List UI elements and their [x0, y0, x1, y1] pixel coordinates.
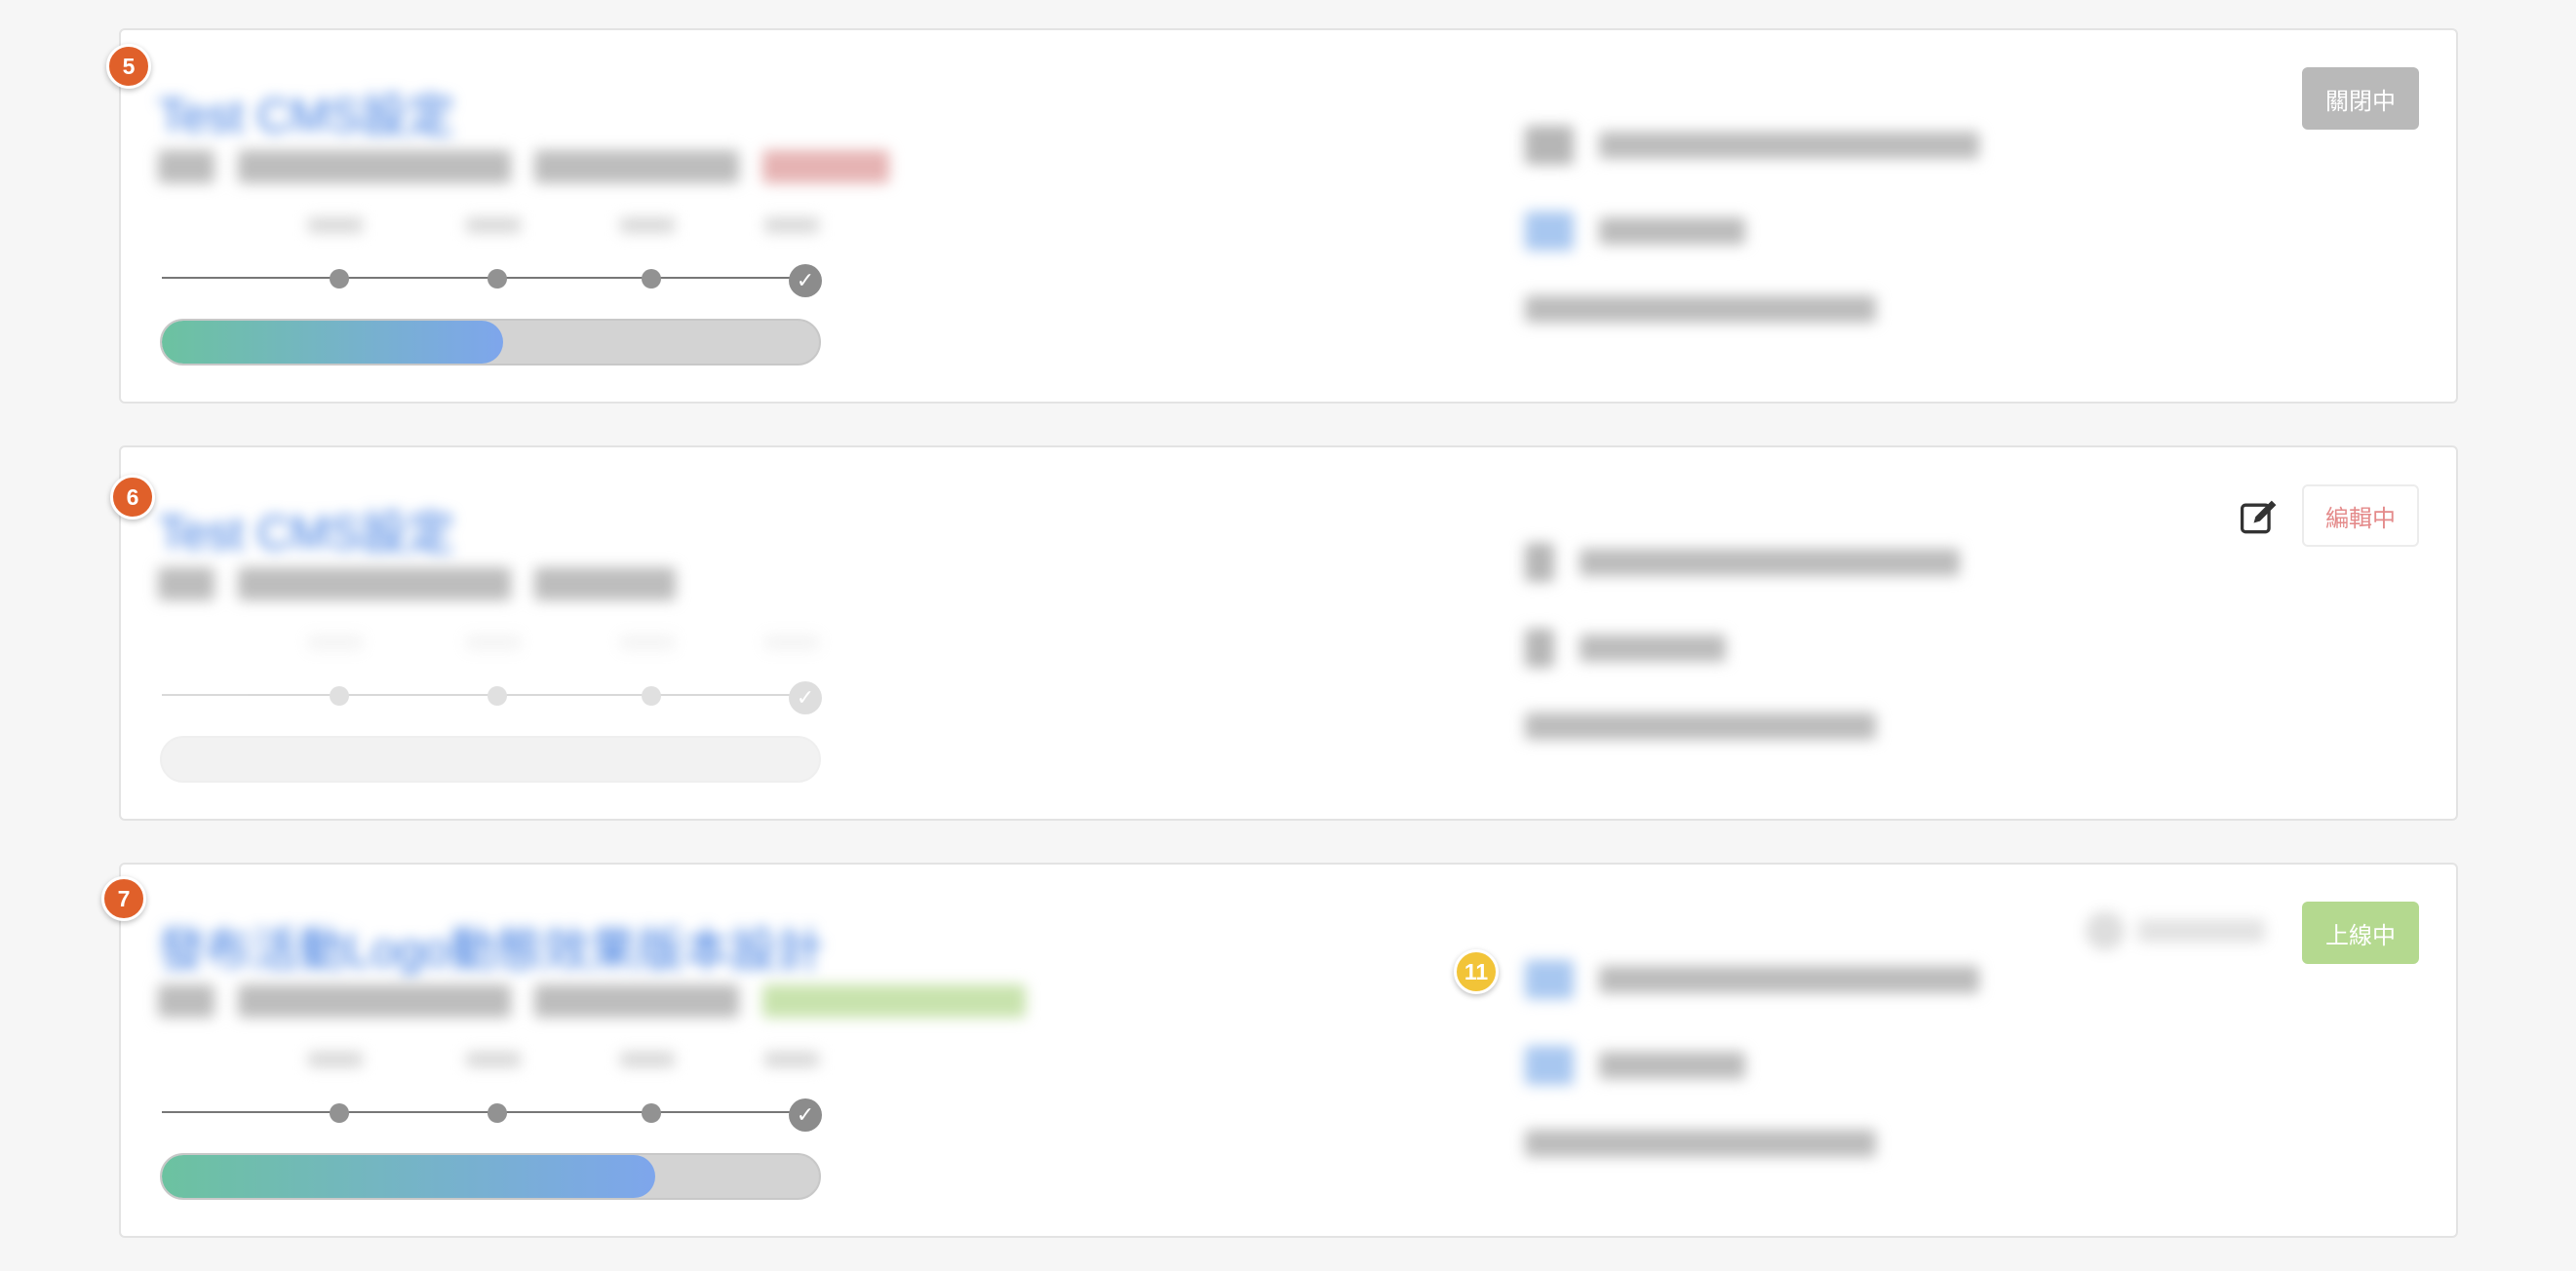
- stage-dot: [330, 686, 349, 706]
- hint-badge: 11: [1454, 949, 1499, 994]
- stage-dot: [488, 686, 507, 706]
- stage-dot: [488, 1103, 507, 1123]
- check-icon: ✓: [789, 1098, 822, 1132]
- stage-dot: [330, 269, 349, 289]
- stage-timeline: ✓: [162, 1052, 825, 1132]
- progress-bar: [160, 319, 821, 366]
- project-card[interactable]: Test CMS設定 ✓ 編輯中: [119, 445, 2458, 821]
- stage-dot: [642, 686, 661, 706]
- progress-fill: [162, 1155, 655, 1198]
- stage-dot: [488, 269, 507, 289]
- status-button-live[interactable]: 上線中: [2302, 902, 2419, 964]
- step-badge: 7: [101, 876, 146, 921]
- project-title-link[interactable]: Test CMS設定: [158, 494, 454, 559]
- project-title-link[interactable]: Test CMS設定: [158, 77, 454, 142]
- stage-timeline: ✓: [162, 635, 825, 714]
- progress-bar: [160, 736, 821, 783]
- project-card[interactable]: 發布活動Logo動態效果版本設計 ✓ 上線中: [119, 863, 2458, 1238]
- project-meta: [158, 982, 1026, 1021]
- stage-dot: [642, 269, 661, 289]
- edit-icon[interactable]: [2238, 496, 2281, 539]
- stage-dot: [642, 1103, 661, 1123]
- stage-timeline: ✓: [162, 217, 825, 297]
- step-badge: 5: [106, 44, 151, 89]
- project-meta: [158, 147, 889, 186]
- project-meta: [158, 564, 676, 603]
- stage-dot: [330, 1103, 349, 1123]
- secondary-action[interactable]: [2086, 909, 2281, 952]
- status-button-editing[interactable]: 編輯中: [2302, 484, 2419, 547]
- progress-bar: [160, 1153, 821, 1200]
- check-icon: ✓: [789, 264, 822, 297]
- check-icon: ✓: [789, 681, 822, 714]
- step-badge: 6: [110, 475, 155, 520]
- project-card[interactable]: Test CMS設定 ✓ 關閉中: [119, 28, 2458, 404]
- progress-fill: [162, 321, 504, 364]
- project-title-link[interactable]: 發布活動Logo動態效果版本設計: [158, 911, 824, 977]
- status-button-closed[interactable]: 關閉中: [2302, 67, 2419, 130]
